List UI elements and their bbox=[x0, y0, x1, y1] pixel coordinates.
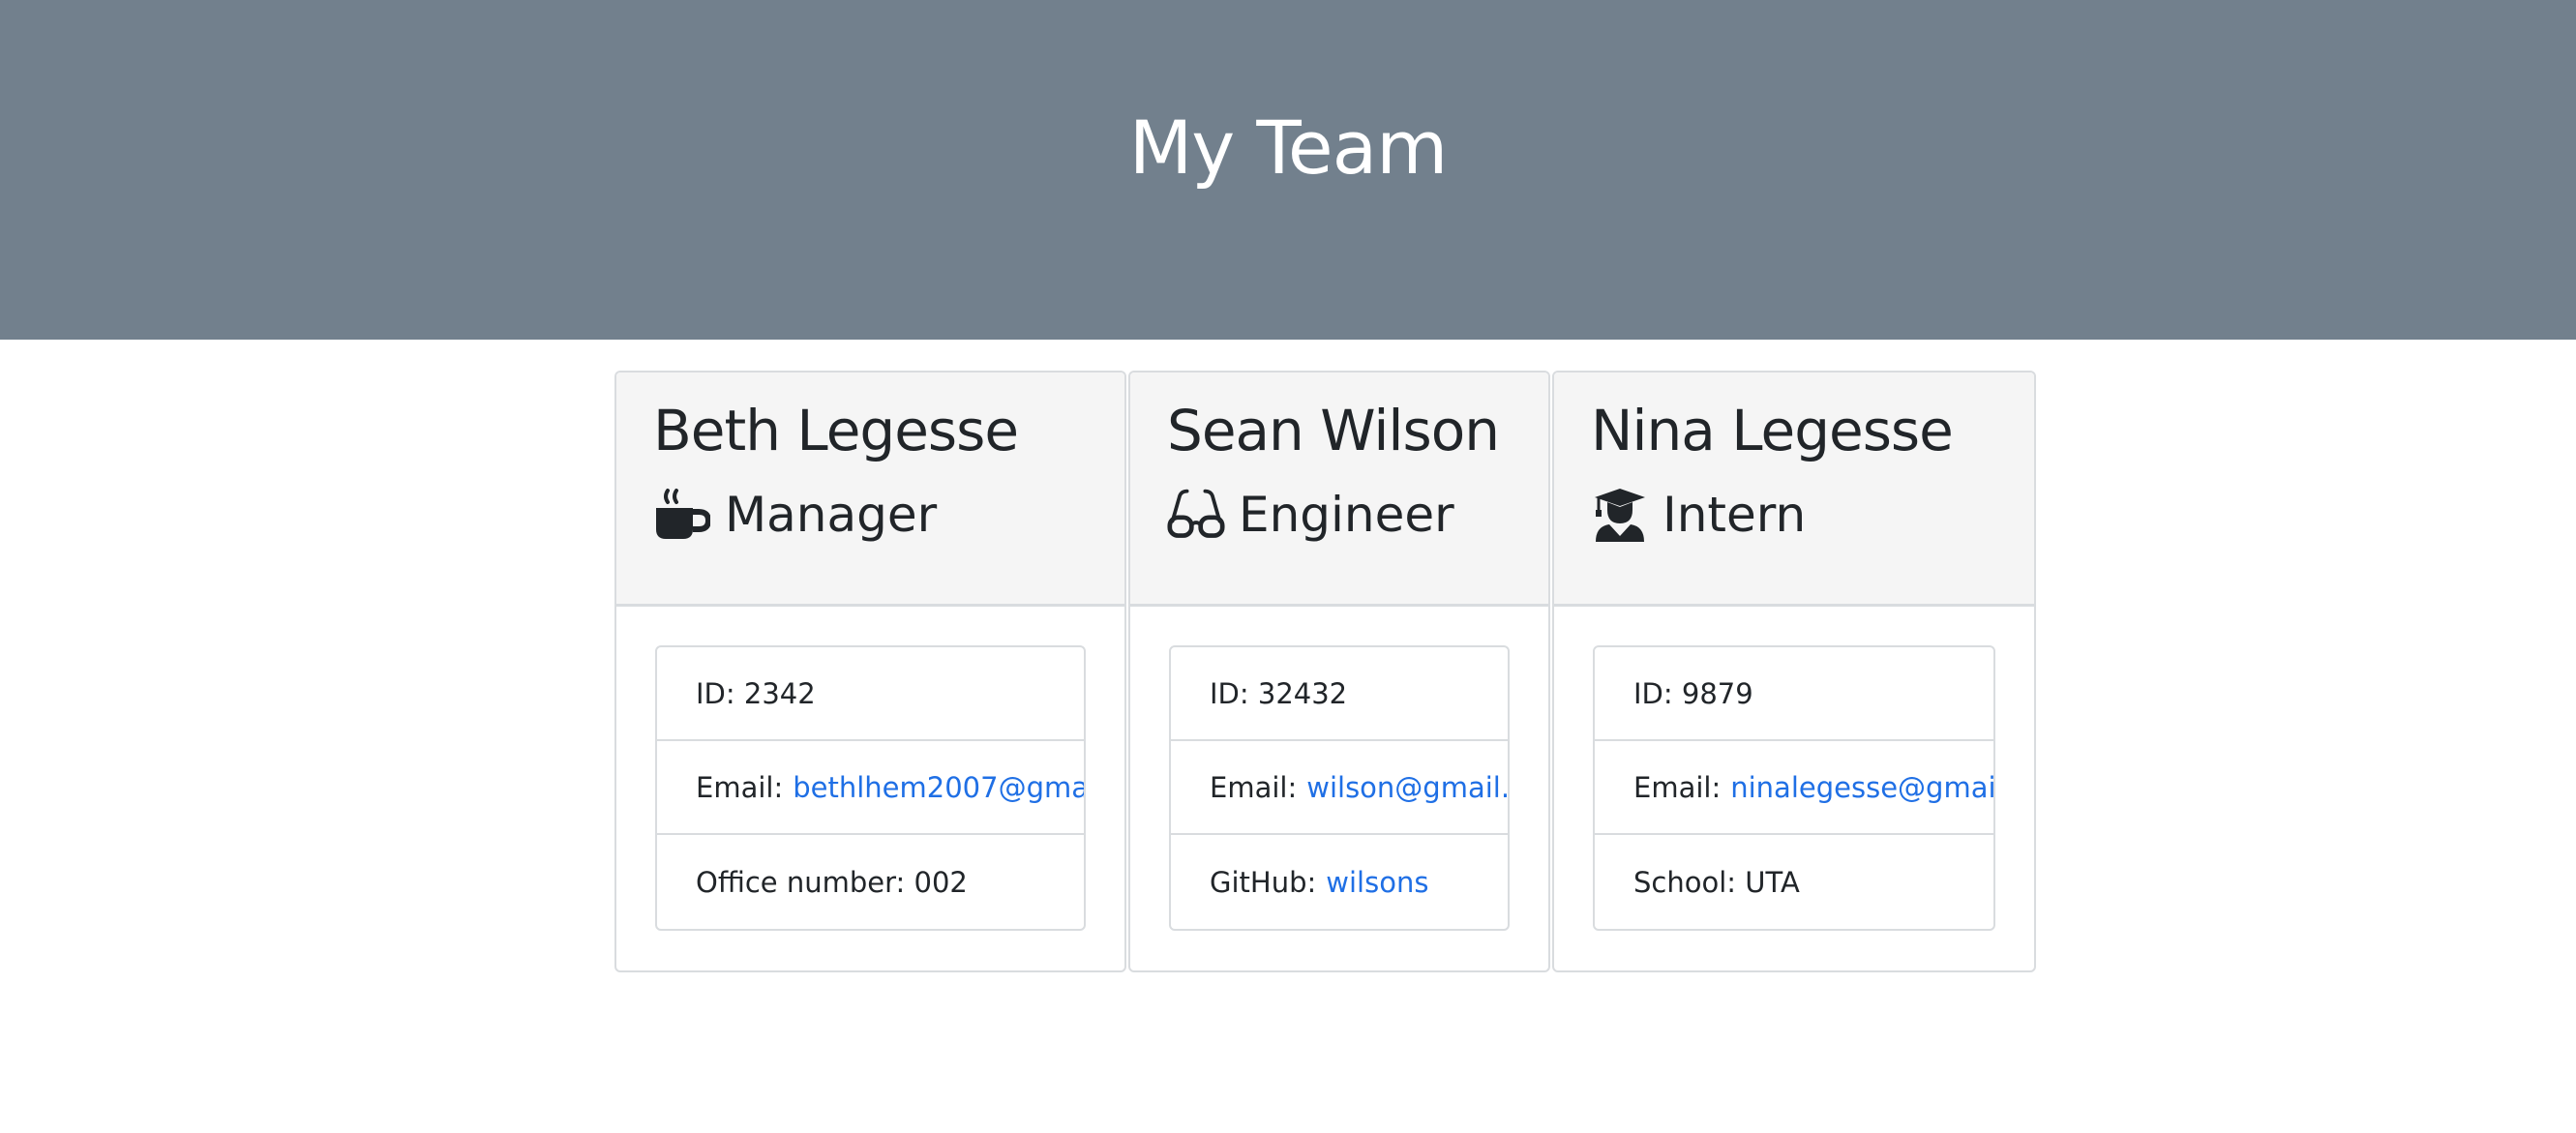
list-item-email: Email: bethlhem2007@gmail.com bbox=[657, 741, 1084, 835]
list-item-id: ID: 2342 bbox=[657, 647, 1084, 741]
list-item-school: School: UTA bbox=[1595, 835, 1993, 929]
email-label: Email: bbox=[696, 770, 784, 804]
id-text: ID: 2342 bbox=[696, 676, 816, 710]
role-label: Manager bbox=[725, 487, 938, 543]
employee-card-intern: Nina Legesse Intern ID: 9879 Email: nina… bbox=[1552, 371, 2036, 972]
employee-card-engineer: Sean Wilson Engineer ID: 32432 Email: wi… bbox=[1128, 371, 1550, 972]
email-link[interactable]: bethlhem2007@gmail.com bbox=[793, 771, 1084, 804]
employee-card-manager: Beth Legesse Manager ID: 2342 Email: bet… bbox=[614, 371, 1126, 972]
role-label: Engineer bbox=[1239, 487, 1454, 543]
card-header: Sean Wilson Engineer bbox=[1130, 373, 1548, 607]
office-number-text: Office number: 002 bbox=[696, 865, 968, 899]
email-label: Email: bbox=[1633, 770, 1722, 804]
info-list: ID: 2342 Email: bethlhem2007@gmail.com O… bbox=[655, 645, 1086, 931]
page-title: My Team bbox=[1128, 104, 1449, 191]
email-link[interactable]: wilson@gmail.com bbox=[1306, 771, 1508, 804]
employee-role: Engineer bbox=[1167, 485, 1512, 545]
card-body: ID: 32432 Email: wilson@gmail.com GitHub… bbox=[1130, 607, 1548, 931]
employee-name: Nina Legesse bbox=[1591, 398, 1954, 463]
role-label: Intern bbox=[1662, 487, 1807, 543]
id-text: ID: 32432 bbox=[1210, 676, 1348, 710]
card-header: Nina Legesse Intern bbox=[1554, 373, 2034, 607]
employee-role: Manager bbox=[653, 485, 1088, 545]
coffee-icon bbox=[653, 485, 711, 545]
email-link[interactable]: ninalegesse@gmail.com bbox=[1730, 771, 1993, 804]
employee-name: Beth Legesse bbox=[653, 398, 1019, 463]
graduate-icon bbox=[1591, 485, 1649, 545]
school-text: School: UTA bbox=[1633, 865, 1800, 899]
glasses-icon bbox=[1167, 485, 1225, 545]
card-body: ID: 9879 Email: ninalegesse@gmail.com Sc… bbox=[1554, 607, 2034, 931]
email-label: Email: bbox=[1210, 770, 1298, 804]
list-item-email: Email: ninalegesse@gmail.com bbox=[1595, 741, 1993, 835]
card-header: Beth Legesse Manager bbox=[616, 373, 1124, 607]
list-item-id: ID: 9879 bbox=[1595, 647, 1993, 741]
list-item-office: Office number: 002 bbox=[657, 835, 1084, 929]
github-label: GitHub: bbox=[1210, 865, 1317, 899]
team-cards: Beth Legesse Manager ID: 2342 Email: bet… bbox=[614, 371, 2036, 972]
list-item-github: GitHub: wilsons bbox=[1171, 835, 1508, 929]
page-header: My Team bbox=[0, 0, 2576, 340]
list-item-email: Email: wilson@gmail.com bbox=[1171, 741, 1508, 835]
employee-role: Intern bbox=[1591, 485, 1997, 545]
info-list: ID: 32432 Email: wilson@gmail.com GitHub… bbox=[1169, 645, 1510, 931]
id-text: ID: 9879 bbox=[1633, 676, 1753, 710]
employee-name: Sean Wilson bbox=[1167, 398, 1500, 463]
info-list: ID: 9879 Email: ninalegesse@gmail.com Sc… bbox=[1593, 645, 1995, 931]
card-body: ID: 2342 Email: bethlhem2007@gmail.com O… bbox=[616, 607, 1124, 931]
github-link[interactable]: wilsons bbox=[1326, 866, 1428, 899]
list-item-id: ID: 32432 bbox=[1171, 647, 1508, 741]
